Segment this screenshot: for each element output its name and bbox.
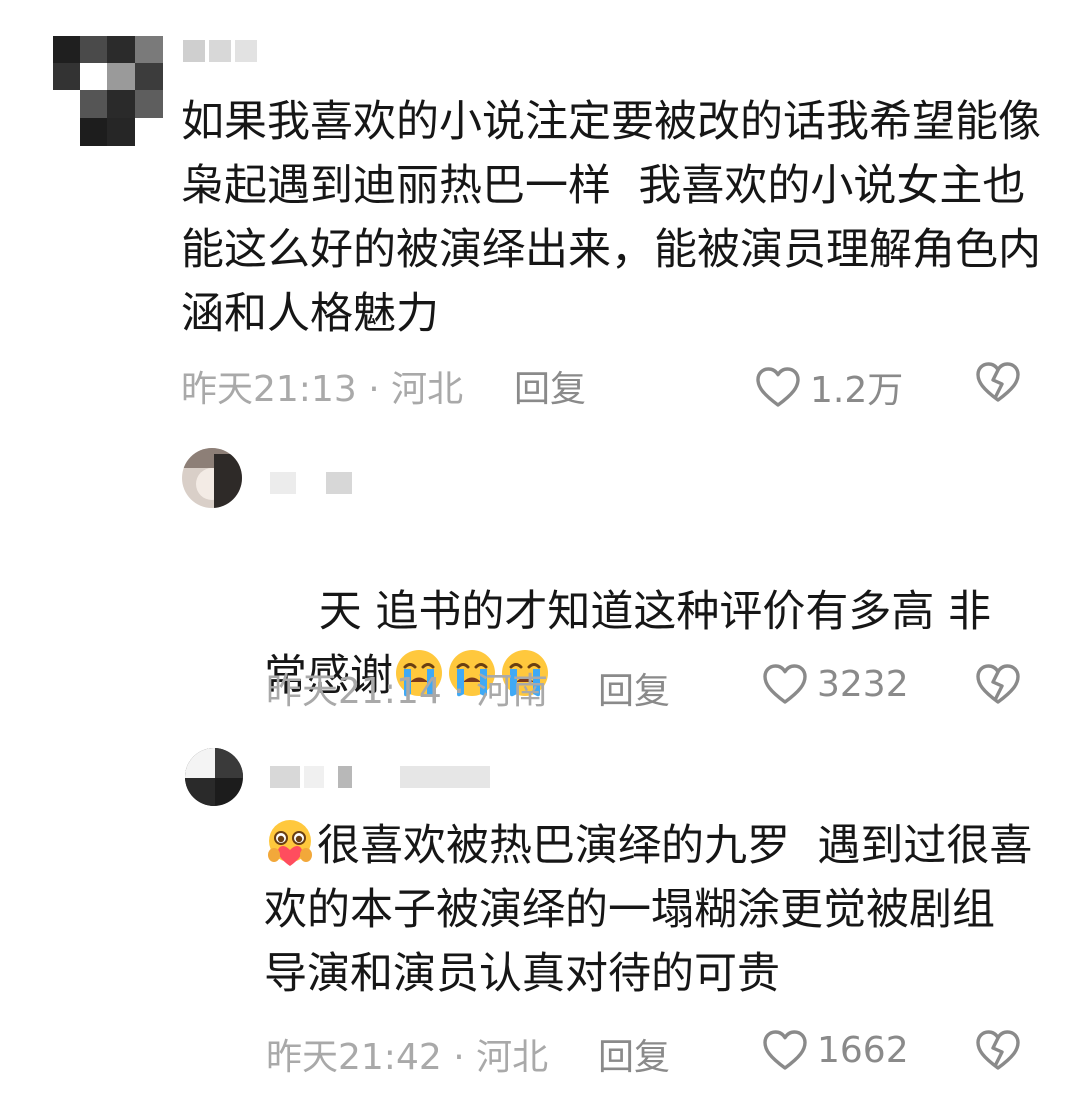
comment-meta: 昨天21:13 · 河北 回复 <box>181 360 1061 410</box>
reply-button[interactable]: 回复 <box>514 360 586 412</box>
like-count: 1662 <box>817 1029 909 1071</box>
like-count: 3232 <box>817 663 909 705</box>
timestamp-location: 昨天21:13 · 河北 <box>181 369 464 410</box>
comment-item: 如果我喜欢的小说注定要被改的话我希望能像枭起遇到迪丽热巴一样 我喜欢的小说女主也… <box>0 0 1080 430</box>
reply-button[interactable]: 回复 <box>598 662 670 714</box>
heart-outline-icon <box>762 663 808 705</box>
timestamp-location: 昨天21:14 · 河南 <box>266 671 549 712</box>
heart-outline-icon <box>762 1029 808 1071</box>
comment-item: 天 追书的才知道这种评价有多高 非常感谢 昨天21:14 · 河南 回复 323… <box>0 430 1080 730</box>
heart-outline-icon <box>755 366 801 408</box>
hugging-heart-face-emoji <box>264 817 316 869</box>
username-blurred[interactable] <box>270 766 490 788</box>
like-count: 1.2万 <box>810 370 904 411</box>
like-button[interactable]: 1.2万 <box>755 361 903 413</box>
like-button[interactable]: 3232 <box>762 663 909 705</box>
avatar[interactable] <box>182 448 242 508</box>
like-button[interactable]: 1662 <box>762 1029 909 1071</box>
username-blurred[interactable] <box>270 472 360 494</box>
avatar[interactable] <box>185 748 243 806</box>
comment-text: 很喜欢被热巴演绎的九罗 遇到过很喜欢的本子被演绎的一塌糊涂更觉被剧组导演和演员认… <box>264 814 1034 1006</box>
comment-item: 很喜欢被热巴演绎的九罗 遇到过很喜欢的本子被演绎的一塌糊涂更觉被剧组导演和演员认… <box>0 730 1080 1098</box>
comment-text-body: 很喜欢被热巴演绎的九罗 遇到过很喜欢的本子被演绎的一塌糊涂更觉被剧组导演和演员认… <box>264 821 1033 999</box>
comment-text: 如果我喜欢的小说注定要被改的话我希望能像枭起遇到迪丽热巴一样 我喜欢的小说女主也… <box>181 97 1041 339</box>
broken-heart-icon[interactable] <box>975 663 1021 705</box>
broken-heart-icon[interactable] <box>975 1029 1021 1071</box>
reply-button[interactable]: 回复 <box>598 1028 670 1080</box>
broken-heart-icon[interactable] <box>975 361 1021 403</box>
timestamp-location: 昨天21:42 · 河北 <box>266 1037 549 1078</box>
avatar[interactable] <box>53 36 163 146</box>
username-blurred[interactable] <box>183 40 263 62</box>
